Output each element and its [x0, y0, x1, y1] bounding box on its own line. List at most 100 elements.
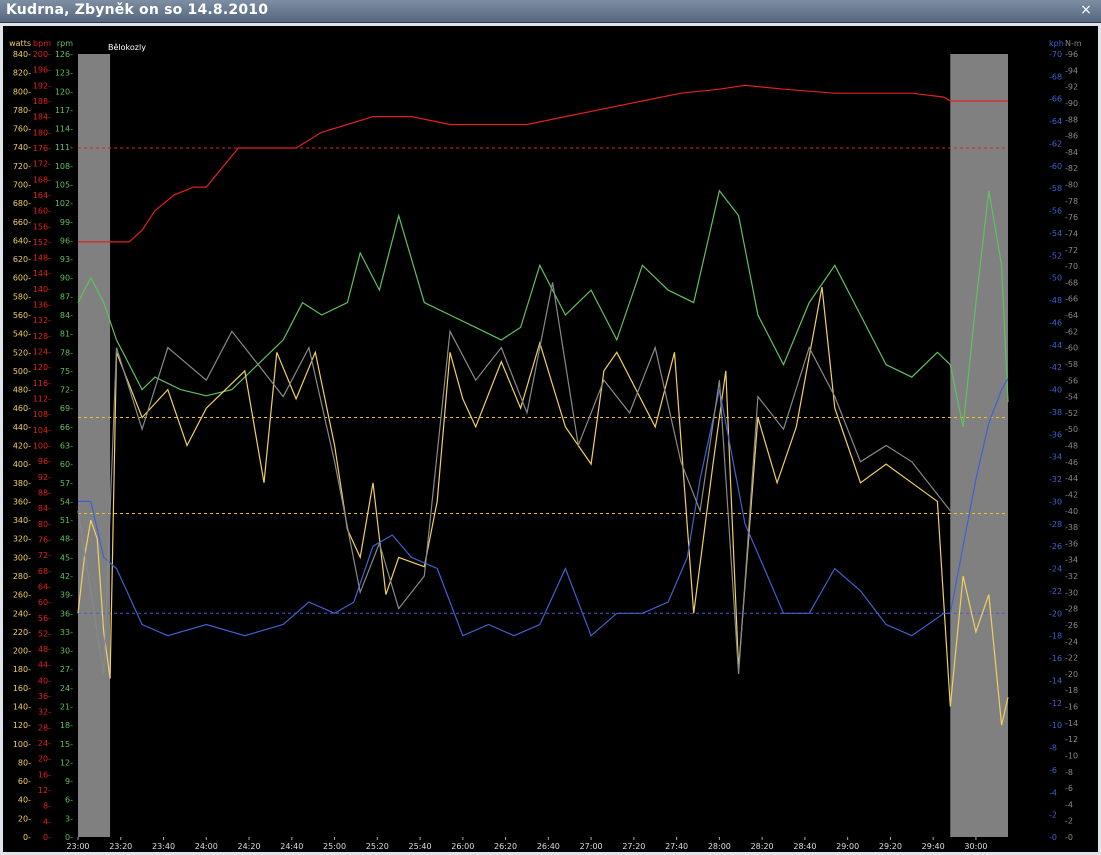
kph-tick-label: -42 — [1049, 363, 1062, 372]
watts-tick-label: 580- — [13, 292, 31, 301]
x-tick-label: 27:40 — [665, 842, 688, 851]
nm-tick-label: -4 — [1065, 800, 1073, 809]
watts-tick-label: 700- — [13, 181, 31, 190]
nm-tick-label: -2 — [1065, 817, 1073, 826]
shaded-region-0 — [78, 54, 111, 837]
nm-tick-label: -36 — [1065, 539, 1078, 548]
nm-tick-label: -78 — [1065, 197, 1078, 206]
watts-tick-label: 660- — [13, 218, 31, 227]
nm-tick-label: -14 — [1065, 719, 1078, 728]
watts-tick-label: 140- — [13, 703, 31, 712]
rpm-tick-label: 102- — [55, 199, 73, 208]
kph-tick-label: -36 — [1049, 430, 1062, 439]
rpm-tick-label: 63- — [60, 442, 73, 451]
rpm-tick-label: 126- — [55, 50, 73, 59]
bpm-tick-label: 160- — [33, 207, 51, 216]
rpm-tick-label: 60- — [60, 460, 73, 469]
watts-tick-label: 560- — [13, 311, 31, 320]
watts-tick-label: 420- — [13, 442, 31, 451]
title-bar[interactable]: Kudrna, Zbyněk on so 14.8.2010 × — [0, 0, 1101, 23]
nm-tick-label: -24 — [1065, 637, 1078, 646]
nm-tick-label: -22 — [1065, 654, 1078, 663]
kph-tick-label: -64 — [1049, 117, 1062, 126]
watts-tick-label: 340- — [13, 516, 31, 525]
bpm-tick-label: 136- — [33, 301, 51, 310]
bpm-tick-label: 88- — [38, 488, 51, 497]
rpm-tick-label: 3- — [65, 814, 73, 823]
x-tick-label: 26:40 — [537, 842, 560, 851]
rpm-tick-label: 39- — [60, 591, 73, 600]
nm-tick-label: -6 — [1065, 784, 1073, 793]
nm-tick-label: -94 — [1065, 66, 1078, 75]
nm-tick-label: -76 — [1065, 213, 1078, 222]
kph-tick-label: -44 — [1049, 341, 1062, 350]
watts-tick-label: 320- — [13, 535, 31, 544]
bpm-tick-label: 52- — [38, 629, 51, 638]
rpm-tick-label: 27- — [60, 665, 73, 674]
bpm-tick-label: 180- — [33, 128, 51, 137]
location-annotation: Bělokozly — [108, 43, 146, 52]
nm-tick-label: -84 — [1065, 148, 1078, 157]
kph-tick-label: -50 — [1049, 274, 1062, 283]
watts-tick-label: 220- — [13, 628, 31, 637]
watts-tick-label: 200- — [13, 647, 31, 656]
watts-tick-label: 0- — [23, 833, 31, 842]
rpm-tick-label: 111- — [55, 143, 73, 152]
bpm-tick-label: 184- — [33, 113, 51, 122]
bpm-tick-label: 0- — [43, 833, 51, 842]
kph-tick-label: -34 — [1049, 453, 1062, 462]
rpm-tick-label: 78- — [60, 348, 73, 357]
nm-tick-label: -28 — [1065, 605, 1078, 614]
watts-tick-label: 100- — [13, 740, 31, 749]
x-tick-label: 27:00 — [580, 842, 603, 851]
kph-tick-label: -20 — [1049, 609, 1062, 618]
x-tick-label: 29:40 — [922, 842, 945, 851]
rpm-tick-label: 114- — [55, 125, 73, 134]
bpm-tick-label: 48- — [38, 645, 51, 654]
close-icon[interactable]: × — [1077, 1, 1095, 19]
bpm-tick-label: 96- — [38, 457, 51, 466]
rpm-tick-label: 108- — [55, 162, 73, 171]
nm-tick-label: -0 — [1065, 833, 1073, 842]
kph-tick-label: -66 — [1049, 95, 1062, 104]
x-tick-label: 23:40 — [152, 842, 175, 851]
nm-tick-label: -10 — [1065, 751, 1078, 760]
ride-chart: watts 0- 20- 40- 60- 80- 100- 120- 140- 160- 180- 2… — [9, 39, 1082, 851]
kph-tick-label: -8 — [1049, 744, 1057, 753]
rpm-tick-label: 9- — [65, 777, 73, 786]
bpm-tick-label: 60- — [38, 598, 51, 607]
kph-tick-label: -16 — [1049, 654, 1062, 663]
nm-tick-label: -46 — [1065, 458, 1078, 467]
nm-tick-label: -30 — [1065, 588, 1078, 597]
watts-tick-label: 300- — [13, 553, 31, 562]
watts-tick-label: 800- — [13, 87, 31, 96]
rpm-tick-label: 90- — [60, 274, 73, 283]
x-tick-label: 25:20 — [366, 842, 389, 851]
x-tick-label: 25:40 — [409, 842, 432, 851]
bpm-tick-label: 128- — [33, 332, 51, 341]
kph-tick-label: -26 — [1049, 542, 1062, 551]
watts-tick-label: 500- — [13, 367, 31, 376]
kph-tick-label: -2 — [1049, 811, 1057, 820]
kph-tick-label: -60 — [1049, 162, 1062, 171]
x-tick-label: 29:20 — [879, 842, 902, 851]
watts-tick-label: 400- — [13, 460, 31, 469]
watts-tick-label: 160- — [13, 684, 31, 693]
watts-tick-label: 460- — [13, 404, 31, 413]
nm-tick-label: -70 — [1065, 262, 1078, 271]
rpm-tick-label: 21- — [60, 703, 73, 712]
kph-tick-label: -40 — [1049, 386, 1062, 395]
watts-tick-label: 760- — [13, 125, 31, 134]
watts-tick-label: 440- — [13, 423, 31, 432]
watts-tick-label: 720- — [13, 162, 31, 171]
rpm-axis-title: rpm — [57, 39, 73, 48]
bpm-tick-label: 108- — [33, 410, 51, 419]
chart-area: watts 0- 20- 40- 60- 80- 100- 120- 140- 160- 180- 2… — [3, 26, 1098, 852]
bpm-tick-label: 16- — [38, 770, 51, 779]
nm-tick-label: -66 — [1065, 295, 1078, 304]
bpm-tick-label: 176- — [33, 144, 51, 153]
rpm-tick-label: 12- — [60, 758, 73, 767]
rpm-tick-label: 120- — [55, 87, 73, 96]
x-tick-label: 26:20 — [494, 842, 517, 851]
kph-tick-label: -70 — [1049, 50, 1062, 59]
